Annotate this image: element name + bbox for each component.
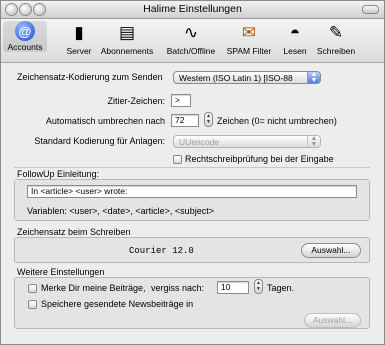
toolbar-label: SPAM Filter	[226, 46, 272, 56]
toolbar-label: Schreiben	[316, 46, 356, 56]
wave-icon: ∿	[183, 23, 199, 42]
toolbar-item-schreiben[interactable]: ✎ Schreiben	[314, 21, 358, 56]
newspaper-icon: ▤	[118, 23, 136, 42]
save-posts-checkbox[interactable]	[28, 300, 37, 309]
toolbar-label: Server	[66, 46, 92, 56]
at-sign-icon: @	[15, 21, 35, 41]
further-group: Merke Dir meine Beiträge, vergiss nach: …	[14, 277, 370, 329]
title-bar: Halime Einstellungen	[1, 1, 384, 19]
toolbar-label: Batch/Offline	[166, 46, 216, 56]
followup-variables-hint: Variablen: <user>, <date>, <article>, <s…	[27, 206, 214, 216]
attachment-encoding-value: UUencode	[179, 137, 220, 147]
toolbar-label: Lesen	[283, 46, 307, 56]
charset-title: Zeichensatz beim Schreiben	[17, 227, 131, 237]
charset-select-button[interactable]: Auswahl...	[301, 243, 361, 258]
days-suffix: Tagen.	[267, 283, 295, 293]
glasses-icon: ◓	[289, 23, 301, 42]
preferences-window: Halime Einstellungen @ Accounts ▮ Server…	[0, 0, 385, 345]
wrap-suffix: Zeichen (0= nicht umbrechen)	[217, 116, 337, 126]
quote-char-label: Zitier-Zeichen:	[107, 96, 165, 106]
server-icon: ▮	[74, 23, 84, 42]
days-field[interactable]: 10	[217, 281, 249, 294]
remember-posts-checkbox[interactable]	[28, 284, 37, 293]
attachment-encoding-label: Standard Kodierung für Anlagen:	[34, 136, 165, 146]
send-encoding-label: Zeichensatz-Kodierung zum Senden	[17, 72, 163, 82]
spellcheck-checkbox[interactable]	[173, 155, 182, 164]
toolbar: @ Accounts ▮ Server ▤ Abonnements ∿ Batc…	[1, 19, 384, 63]
save-posts-select-button[interactable]: Auswahl...	[304, 313, 361, 328]
wrap-field[interactable]: 72	[171, 114, 199, 127]
toolbar-item-server[interactable]: ▮ Server	[59, 21, 99, 56]
toolbar-item-batch-offline[interactable]: ∿ Batch/Offline	[161, 21, 221, 56]
spellcheck-label: Rechtschreibprüfung bei der Eingabe	[185, 154, 334, 164]
forget-after-label: vergiss nach:	[151, 283, 205, 293]
followup-field[interactable]: In <article> <user> wrote:	[27, 185, 357, 198]
followup-title: FollowUp Einleitung:	[17, 169, 100, 179]
quote-char-field[interactable]: >	[171, 94, 191, 107]
send-encoding-value: Western (ISO Latin 1) [ISO-88	[179, 73, 293, 83]
spam-filter-icon: ✉	[241, 23, 257, 42]
charset-font-value: Courier 12.0	[129, 246, 194, 256]
toolbar-item-abonnements[interactable]: ▤ Abonnements	[95, 21, 159, 56]
followup-group: In <article> <user> wrote: Variablen: <u…	[14, 179, 370, 221]
wrap-stepper[interactable]: ▲ ▼	[204, 112, 213, 127]
toolbar-item-accounts[interactable]: @ Accounts	[3, 21, 47, 52]
attachment-encoding-popup[interactable]: UUencode ▲ ▼	[173, 135, 321, 148]
toolbar-label: Abonnements	[100, 46, 154, 56]
further-title: Weitere Einstellungen	[17, 267, 105, 277]
window-title: Halime Einstellungen	[143, 3, 242, 15]
pen-icon: ✎	[328, 23, 344, 42]
toolbar-item-lesen[interactable]: ◓ Lesen	[279, 21, 311, 56]
days-stepper[interactable]: ▲ ▼	[254, 279, 263, 294]
divider	[14, 167, 370, 168]
remember-posts-label: Merke Dir meine Beiträge,	[41, 283, 146, 293]
save-posts-label: Speichere gesendete Newsbeiträge in	[41, 299, 194, 309]
chevron-updown-icon: ▲ ▼	[307, 136, 320, 147]
toolbar-label: Accounts	[7, 42, 43, 52]
toolbar-item-spam-filter[interactable]: ✉ SPAM Filter	[223, 21, 275, 56]
send-encoding-popup[interactable]: Western (ISO Latin 1) [ISO-88 ▲ ▼	[173, 71, 321, 84]
toolbar-toggle-button[interactable]	[362, 5, 379, 14]
chevron-updown-icon: ▲ ▼	[307, 72, 320, 83]
wrap-label: Automatisch umbrechen nach	[45, 116, 165, 126]
charset-group: Courier 12.0 Auswahl...	[14, 237, 370, 263]
